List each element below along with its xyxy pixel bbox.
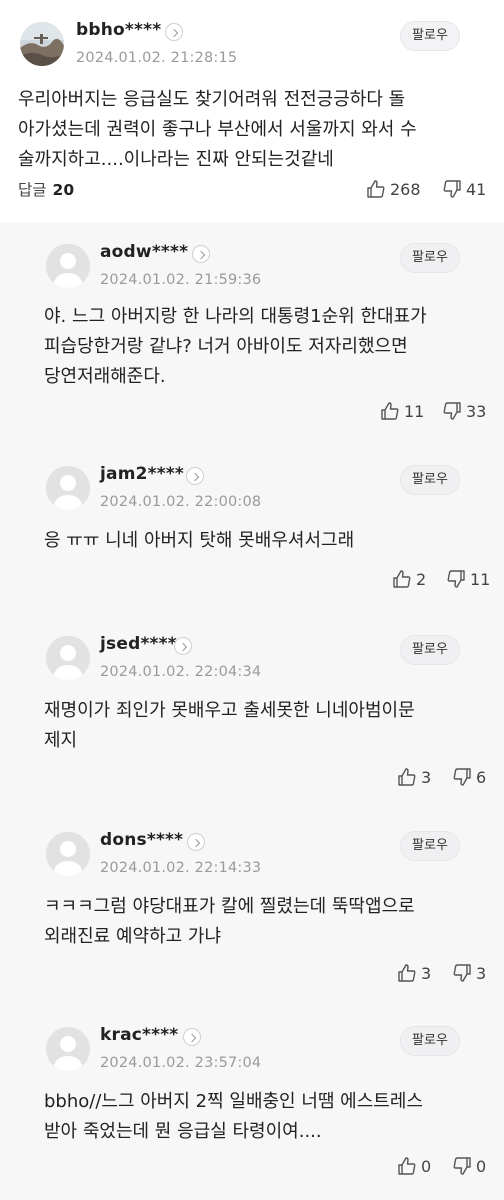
reply-count: 20 bbox=[52, 181, 75, 199]
dislike-button[interactable]: 3 bbox=[452, 962, 486, 984]
user-avatar[interactable] bbox=[46, 1027, 90, 1071]
dislike-count: 33 bbox=[466, 401, 487, 421]
like-button[interactable]: 11 bbox=[380, 400, 424, 422]
follow-button[interactable]: 팔로우 bbox=[400, 635, 460, 665]
reply-comment: jam2**** 2024.01.02. 22:00:08 팔로우 응 ㅠㅠ 니… bbox=[0, 444, 504, 634]
user-avatar[interactable] bbox=[46, 636, 90, 680]
like-count: 0 bbox=[421, 1156, 432, 1176]
user-avatar[interactable] bbox=[46, 244, 90, 288]
chevron-right-icon[interactable] bbox=[192, 245, 210, 263]
comment-date: 2024.01.02. 22:04:34 bbox=[100, 664, 262, 680]
follow-button[interactable]: 팔로우 bbox=[400, 243, 460, 273]
thumbs-down-icon bbox=[453, 964, 471, 982]
comment-text: 응 ㅠㅠ 니네 아버지 탓해 못배우셔서그래 bbox=[44, 530, 355, 551]
user-avatar[interactable] bbox=[46, 832, 90, 876]
comment-date: 2024.01.02. 23:57:04 bbox=[100, 1055, 262, 1071]
follow-button[interactable]: 팔로우 bbox=[400, 1026, 460, 1056]
username[interactable]: bbho**** bbox=[76, 20, 161, 40]
username[interactable]: jsed**** bbox=[100, 634, 177, 654]
thumbs-up-icon bbox=[398, 964, 416, 982]
like-count: 2 bbox=[416, 569, 427, 589]
user-avatar[interactable] bbox=[20, 22, 64, 66]
dislike-button[interactable]: 41 bbox=[442, 178, 486, 200]
comment-text: ㅋㅋㅋ그럼 야당대표가 칼에 찔렸는데 뚝딱앱으로 외래진료 예약하고 가냐 bbox=[44, 896, 415, 947]
user-avatar[interactable] bbox=[46, 466, 90, 510]
chevron-right-icon[interactable] bbox=[174, 637, 192, 655]
reply-label: 답글 bbox=[18, 181, 47, 199]
like-button[interactable]: 268 bbox=[366, 178, 421, 200]
dislike-button[interactable]: 11 bbox=[446, 568, 490, 590]
chevron-right-icon[interactable] bbox=[183, 1028, 201, 1046]
thumbs-up-icon bbox=[393, 570, 411, 588]
main-comment: bbho**** 2024.01.02. 21:28:15 팔로우 우리아버지는… bbox=[0, 0, 504, 222]
thumbs-down-icon bbox=[443, 180, 461, 198]
comment-date: 2024.01.02. 22:14:33 bbox=[100, 860, 262, 876]
dislike-count: 41 bbox=[466, 179, 487, 199]
reply-comment: aodw**** 2024.01.02. 21:59:36 팔로우 야. 느그 … bbox=[0, 222, 504, 421]
follow-button[interactable]: 팔로우 bbox=[400, 831, 460, 861]
reply-comment: krac**** 2024.01.02. 23:57:04 팔로우 bbho//… bbox=[0, 1005, 504, 1195]
like-button[interactable]: 0 bbox=[397, 1155, 431, 1177]
thumbs-down-icon bbox=[453, 1157, 471, 1175]
chevron-right-icon[interactable] bbox=[187, 833, 205, 851]
like-count: 3 bbox=[421, 767, 432, 787]
dislike-button[interactable]: 6 bbox=[452, 766, 486, 788]
thumbs-up-icon bbox=[381, 402, 399, 420]
reply-comment: jsed**** 2024.01.02. 22:04:34 팔로우 재명이가 죄… bbox=[0, 614, 504, 804]
like-button[interactable]: 3 bbox=[397, 962, 431, 984]
comment-text: bbho//느그 아버지 2찍 일배충인 너땜 에스트레스 받아 죽었는데 뭔 … bbox=[44, 1091, 423, 1142]
follow-button[interactable]: 팔로우 bbox=[400, 465, 460, 495]
like-count: 3 bbox=[421, 963, 432, 983]
thumbs-down-icon bbox=[453, 768, 471, 786]
comment-text: 야. 느그 아버지랑 한 나라의 대통령1순위 한대표가 피습당한거랑 같냐? … bbox=[44, 306, 427, 387]
thumbs-up-icon bbox=[398, 1157, 416, 1175]
comment-text: 우리아버지는 응급실도 찾기어려워 전전긍긍하다 돌 아가셨는데 권력이 좋구나… bbox=[18, 89, 417, 170]
dislike-count: 6 bbox=[476, 767, 487, 787]
follow-button[interactable]: 팔로우 bbox=[400, 21, 460, 51]
username[interactable]: krac**** bbox=[100, 1025, 178, 1045]
like-button[interactable]: 2 bbox=[392, 568, 426, 590]
username[interactable]: aodw**** bbox=[100, 242, 188, 262]
like-count: 11 bbox=[404, 401, 425, 421]
dislike-count: 11 bbox=[470, 569, 491, 589]
thumbs-up-icon bbox=[398, 768, 416, 786]
dislike-button[interactable]: 33 bbox=[442, 400, 486, 422]
username[interactable]: dons**** bbox=[100, 830, 183, 850]
dislike-button[interactable]: 0 bbox=[452, 1155, 486, 1177]
username[interactable]: jam2**** bbox=[100, 464, 184, 484]
like-count: 268 bbox=[390, 179, 421, 199]
chevron-right-icon[interactable] bbox=[165, 23, 183, 41]
comment-date: 2024.01.02. 21:59:36 bbox=[100, 272, 262, 288]
reply-comment: dons**** 2024.01.02. 22:14:33 팔로우 ㅋㅋㅋ그럼 … bbox=[0, 810, 504, 1000]
thumbs-up-icon bbox=[367, 180, 385, 198]
reply-count-button[interactable]: 답글 20 bbox=[18, 178, 74, 200]
thumbs-down-icon bbox=[447, 570, 465, 588]
dislike-count: 3 bbox=[476, 963, 487, 983]
comment-text: 재명이가 죄인가 못배우고 출세못한 니네아범이문 제지 bbox=[44, 700, 415, 751]
comment-date: 2024.01.02. 21:28:15 bbox=[76, 50, 238, 66]
comment-date: 2024.01.02. 22:00:08 bbox=[100, 494, 262, 510]
like-button[interactable]: 3 bbox=[397, 766, 431, 788]
dislike-count: 0 bbox=[476, 1156, 487, 1176]
thumbs-down-icon bbox=[443, 402, 461, 420]
chevron-right-icon[interactable] bbox=[186, 467, 204, 485]
